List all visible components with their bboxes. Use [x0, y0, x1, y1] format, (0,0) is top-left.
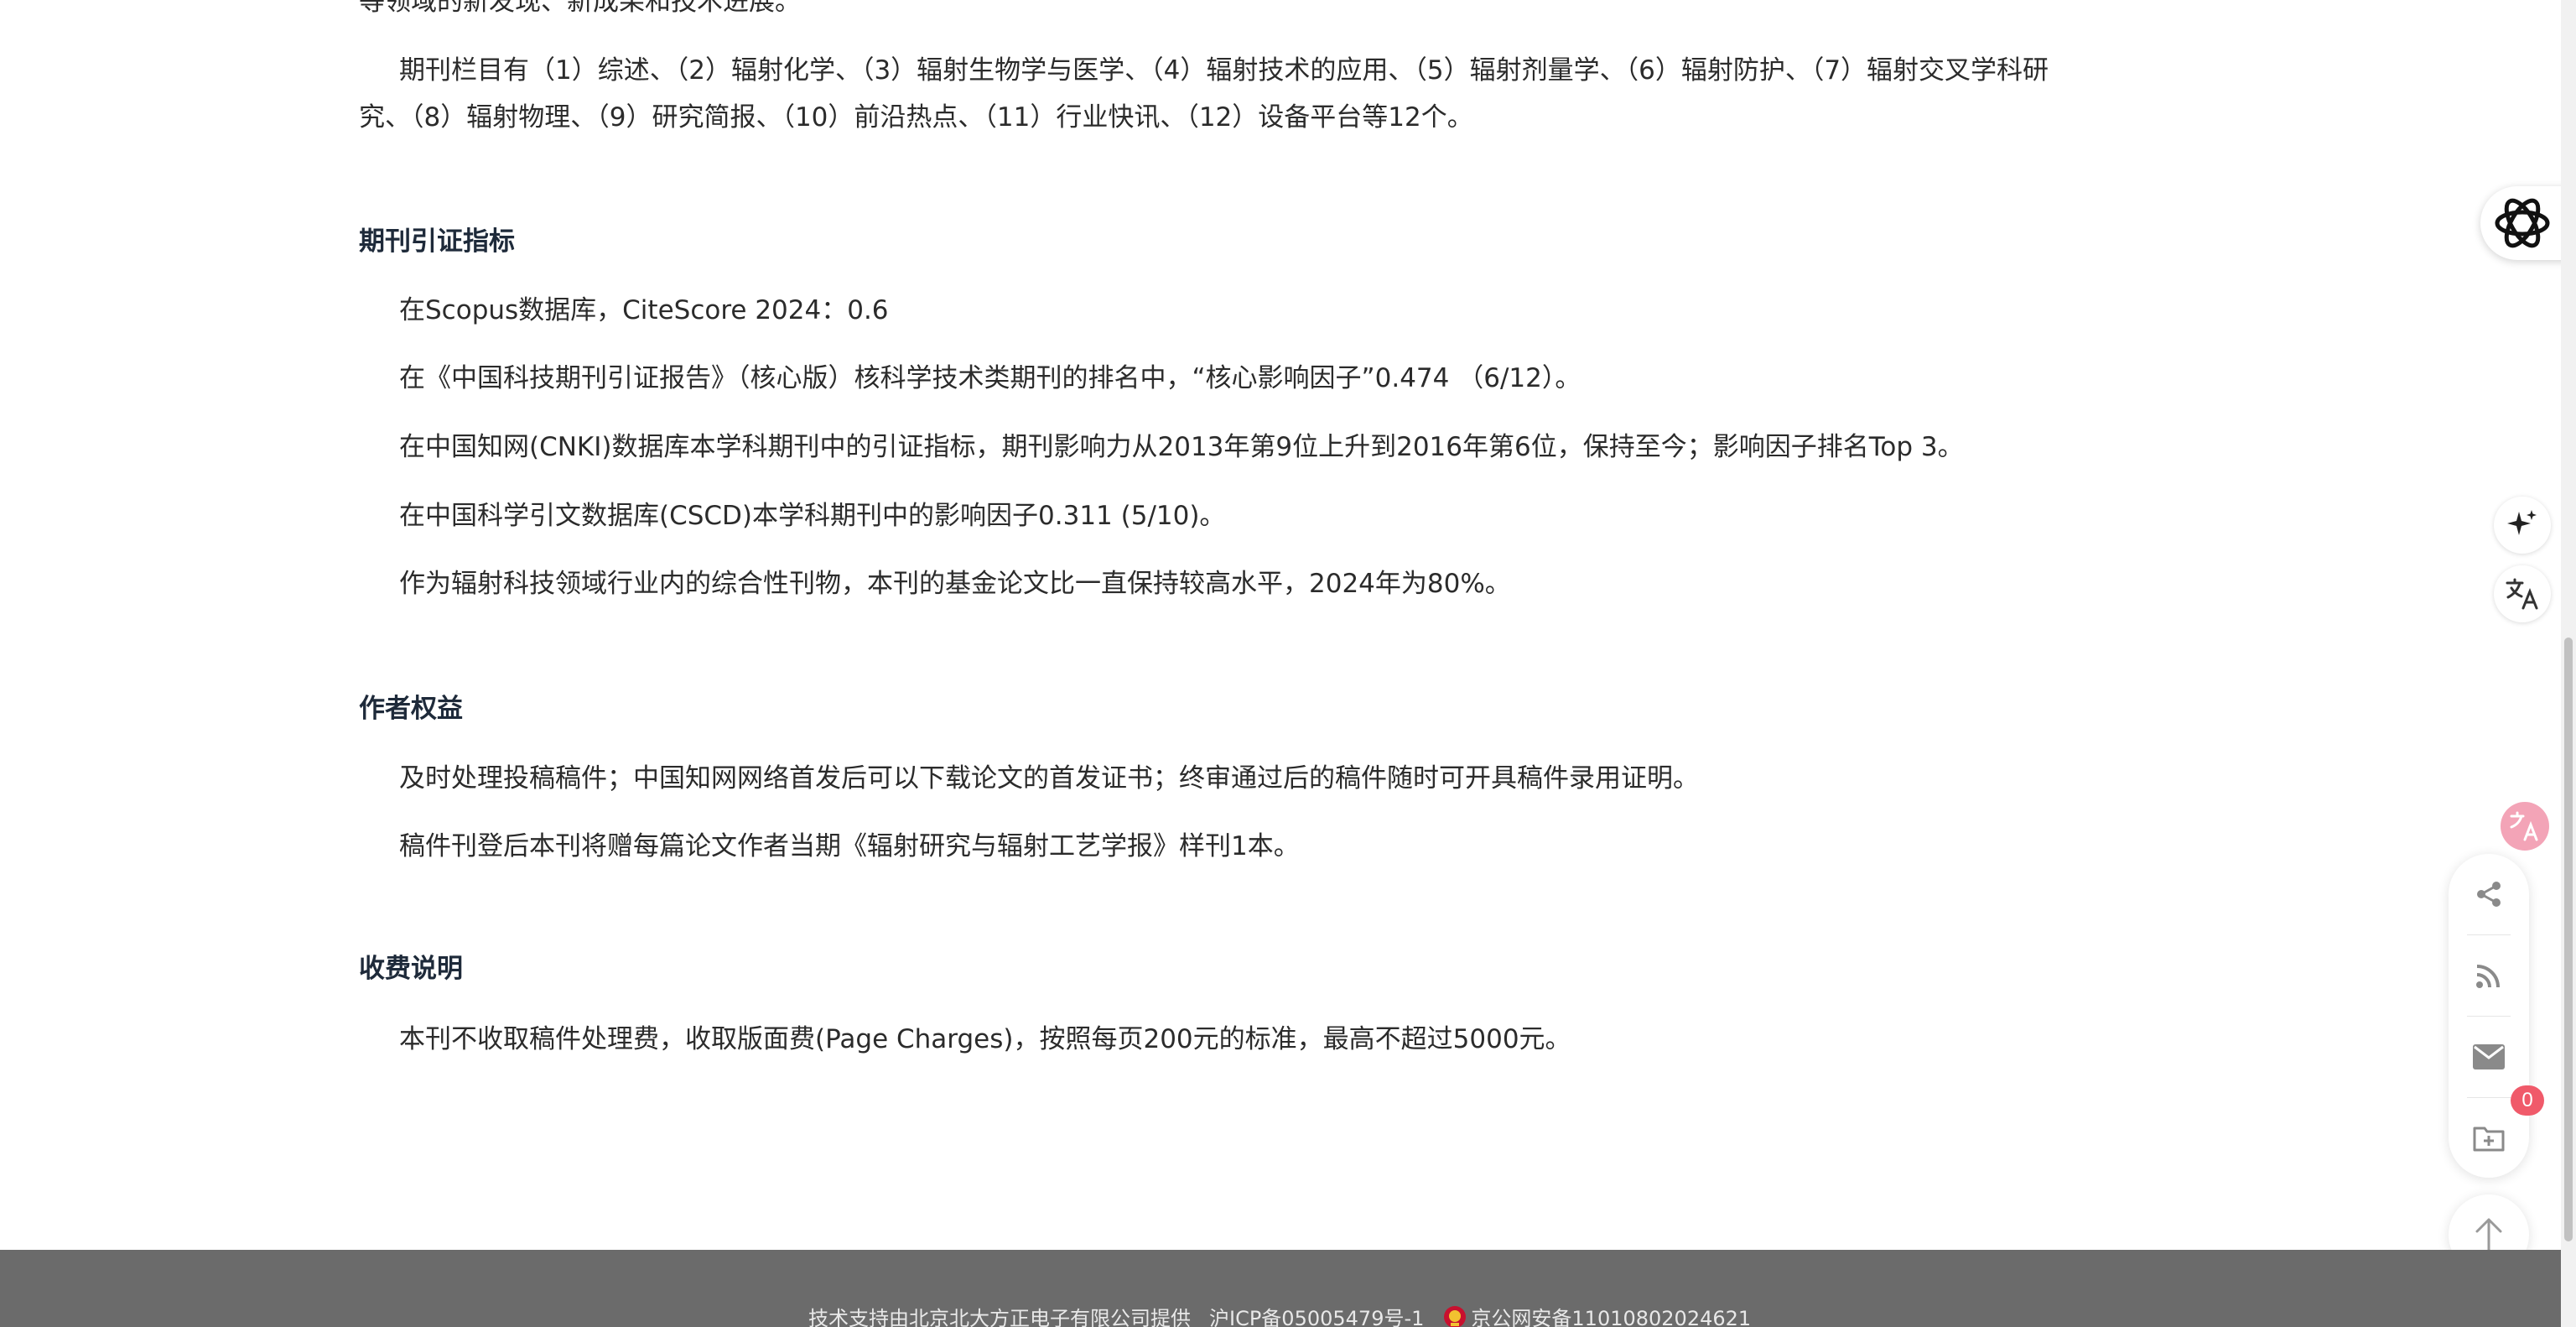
citation-paragraph: 在《中国科技期刊引证报告》（核心版）核科学技术类期刊的排名中，“核心影响因子”0…	[399, 363, 1581, 393]
back-to-top-icon	[2475, 1218, 2502, 1253]
section-heading-author-rights: 作者权益	[359, 694, 463, 724]
translate-fab-icon	[2510, 811, 2538, 841]
translate-button[interactable]	[2494, 565, 2551, 622]
share-icon	[2477, 882, 2501, 907]
citation-paragraph: 在中国知网(CNKI)数据库本学科期刊中的引证指标，期刊影响力从2013年第9位…	[399, 432, 1964, 462]
rss-icon	[2476, 965, 2500, 988]
translate-icon	[2506, 578, 2538, 610]
rss-button[interactable]	[2449, 935, 2529, 1016]
share-tool-panel	[2449, 854, 2529, 1178]
author-rights-paragraph: 稿件刊登后本刊将赠每篇论文作者当期《辐射研究与辐射工艺学报》样刊1本。	[399, 831, 1300, 861]
columns-paragraph-line2: 究、（8）辐射物理、（9）研究简报、（10）前沿热点、（11）行业快讯、（12）…	[359, 102, 1473, 133]
page: 等领域的新发现、新成果和技术进展。 期刊栏目有（1）综述、（2）辐射化学、（3）…	[0, 0, 2576, 1327]
folder-count-badge: 0	[2511, 1085, 2544, 1116]
mail-icon	[2473, 1044, 2505, 1069]
author-rights-paragraph: 及时处理投稿稿件；中国知网网络首发后可以下载论文的首发证书；终审通过后的稿件随时…	[399, 763, 1699, 794]
footer-info: 技术支持由北京北大方正电子有限公司提供 沪ICP备05005479号-1 京公网…	[808, 1302, 1769, 1327]
fees-paragraph: 本刊不收取稿件处理费，收取版面费(Page Charges)，按照每页200元的…	[399, 1024, 1571, 1054]
ai-sparkle-button[interactable]	[2494, 497, 2551, 554]
section-heading-citation: 期刊引证指标	[359, 226, 515, 257]
translate-fab-button[interactable]	[2501, 802, 2549, 851]
footer-support-text: 技术支持由北京北大方正电子有限公司提供	[808, 1307, 1191, 1327]
citation-paragraph: 在Scopus数据库，CiteScore 2024：0.6	[399, 295, 889, 325]
citation-paragraph: 在中国科学引文数据库(CSCD)本学科期刊中的影响因子0.311 (5/10)。	[399, 501, 1226, 531]
police-badge-icon	[1444, 1305, 1467, 1327]
footer-police-link[interactable]: 京公网安备11010802024621	[1471, 1302, 1751, 1327]
footer-icp-link[interactable]: 沪ICP备05005479号-1	[1209, 1302, 1424, 1327]
ai-assistant-icon	[2495, 198, 2550, 248]
citation-paragraph: 作为辐射科技领域行业内的综合性刊物，本刊的基金论文比一直保持较高水平，2024年…	[399, 569, 1511, 599]
scrollbar-thumb[interactable]	[2564, 637, 2573, 1241]
sparkle-icon	[2507, 510, 2537, 535]
share-button[interactable]	[2449, 854, 2529, 934]
columns-paragraph-line1: 期刊栏目有（1）综述、（2）辐射化学、（3）辐射生物学与医学、（4）辐射技术的应…	[399, 55, 2049, 86]
email-button[interactable]	[2449, 1017, 2529, 1097]
folder-add-icon	[2473, 1127, 2505, 1152]
section-heading-fees: 收费说明	[359, 954, 463, 984]
article-top-fragment: 等领域的新发现、新成果和技术进展。	[359, 0, 801, 17]
